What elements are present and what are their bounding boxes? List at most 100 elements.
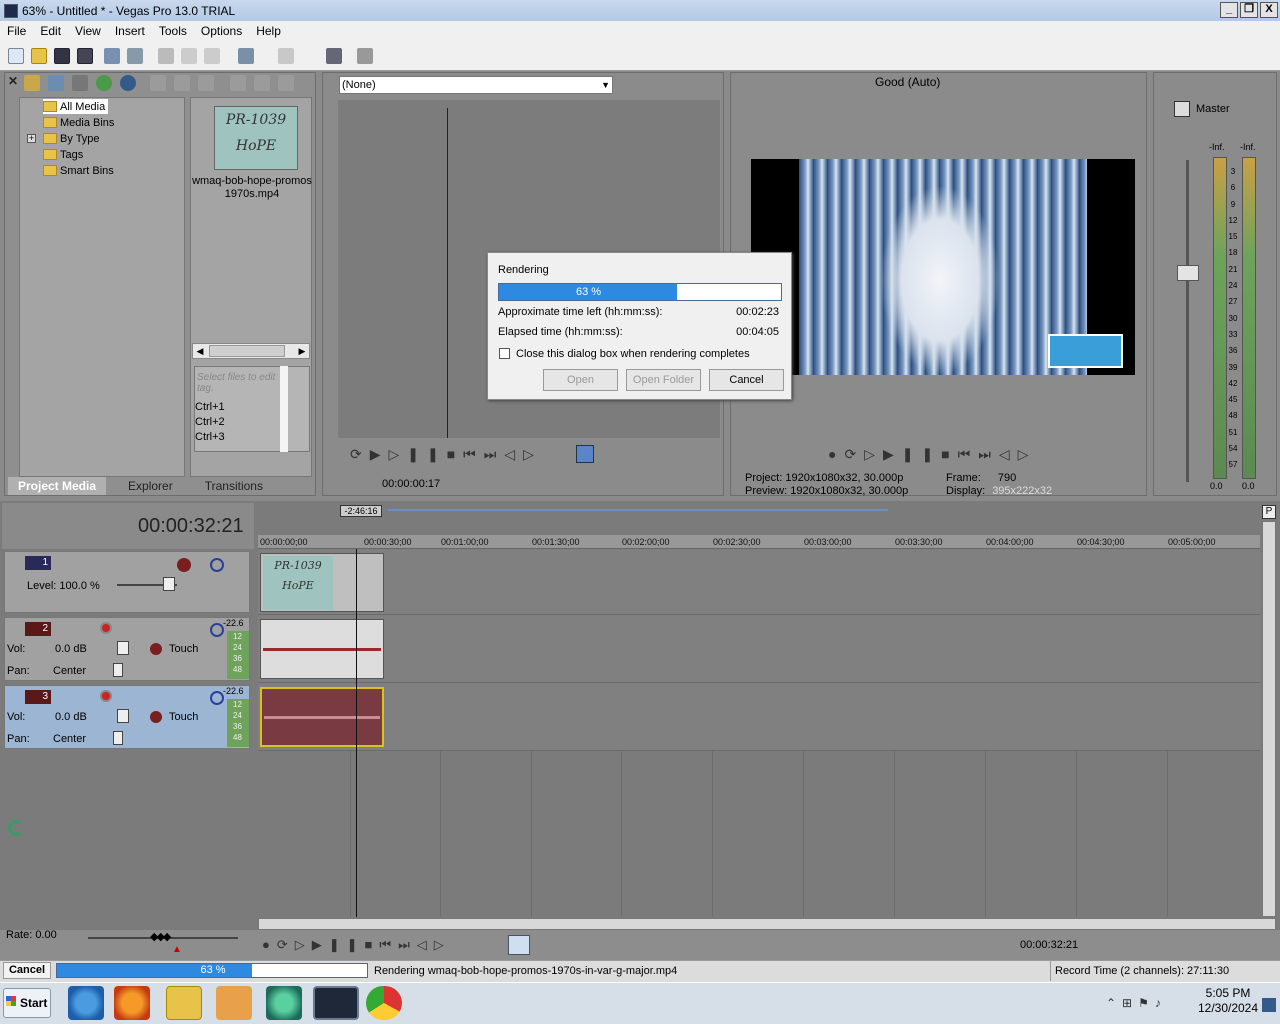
media-thumbnail[interactable]: PR-1039 HoPE	[214, 106, 298, 170]
cut-icon[interactable]	[158, 48, 174, 64]
tab-transitions[interactable]: Transitions	[195, 479, 273, 493]
vegas-taskbar-icon[interactable]	[313, 986, 359, 1020]
refresh-icon[interactable]	[96, 75, 112, 91]
edit-tool-icon[interactable]	[326, 48, 342, 64]
render-as-icon[interactable]	[104, 48, 120, 64]
menu-edit[interactable]: Edit	[33, 24, 68, 38]
fx-icon[interactable]	[198, 75, 214, 91]
tab-explorer[interactable]: Explorer	[118, 479, 183, 493]
open-icon[interactable]	[31, 48, 47, 64]
firefox-icon[interactable]	[114, 986, 150, 1020]
stop-media-icon[interactable]	[254, 75, 270, 91]
track-header-1[interactable]: 1 Level: 100.0 %	[4, 551, 250, 613]
close-button[interactable]: X	[1260, 2, 1278, 18]
tree-item-all-media[interactable]: All Media	[43, 99, 109, 114]
trimmer-select[interactable]: (None) ▼	[339, 76, 613, 94]
redo-icon[interactable]	[278, 48, 294, 64]
restore-button[interactable]: ❐	[1240, 2, 1258, 18]
save-icon[interactable]	[54, 48, 70, 64]
timeline-vscrollbar[interactable]	[1262, 521, 1276, 917]
record-arm-icon[interactable]	[100, 622, 112, 634]
normal-edit-tool-icon[interactable]	[508, 935, 530, 955]
expand-icon[interactable]: +	[27, 134, 36, 143]
track-lane-2[interactable]	[258, 615, 1260, 683]
chrome-icon[interactable]	[366, 986, 402, 1020]
automation-gear-icon[interactable]	[150, 711, 162, 723]
system-tray[interactable]: ⌃⊞⚑♪	[1106, 996, 1196, 1012]
track-lane-3[interactable]	[258, 683, 1260, 751]
remove-icon[interactable]	[150, 75, 166, 91]
scroll-left-icon[interactable]: ◀	[193, 344, 207, 358]
main-transport[interactable]: ●⟳▷▶❚❚■⏮⏭◁▷	[262, 937, 502, 953]
automation-gear-icon[interactable]	[150, 643, 162, 655]
auto-preview-icon[interactable]	[278, 75, 294, 91]
properties-icon[interactable]	[127, 48, 143, 64]
search-icon[interactable]	[120, 75, 136, 91]
show-desktop-icon[interactable]	[1262, 998, 1276, 1012]
media-player-icon[interactable]	[216, 986, 252, 1020]
track-header-2[interactable]: 2 Vol: 0.0 dB Pan: Center Touch -22.6 12…	[4, 617, 250, 681]
close-on-complete-checkbox[interactable]	[499, 348, 510, 359]
tree-item-by-type[interactable]: By Type	[43, 131, 100, 146]
track-header-3-selected[interactable]: 3 Vol: 0.0 dB Pan: Center Touch -22.6 12…	[4, 685, 250, 749]
master-fader[interactable]	[1177, 265, 1199, 281]
menu-file[interactable]: File	[0, 24, 33, 38]
explorer-icon[interactable]	[166, 986, 202, 1020]
rate-slider[interactable]: ◆◆◆	[150, 930, 174, 944]
timeline-marker[interactable]: -2:46:16	[340, 505, 382, 517]
pan-slider[interactable]	[113, 731, 123, 745]
preview-transport[interactable]: ●⟳▷▶❚❚■⏮⏭◁▷	[828, 446, 1108, 462]
mute-icon[interactable]	[210, 691, 224, 705]
clock[interactable]: 5:05 PM 12/30/2024	[1196, 986, 1260, 1016]
minimize-button[interactable]: _	[1220, 2, 1238, 18]
trimmer-loop-icon[interactable]	[576, 445, 594, 463]
tag-placeholder[interactable]: Select files to edit tag.	[197, 372, 287, 394]
status-cancel-button[interactable]: Cancel	[3, 962, 51, 979]
track-fx-icon[interactable]	[177, 558, 191, 572]
new-icon[interactable]	[8, 48, 24, 64]
mute-icon[interactable]	[210, 558, 224, 572]
app-icon[interactable]	[266, 986, 302, 1020]
capture-icon[interactable]	[48, 75, 64, 91]
audio-clip-2[interactable]	[260, 619, 384, 679]
import-media-icon[interactable]	[24, 75, 40, 91]
vol-slider[interactable]	[117, 709, 129, 723]
audio-clip-3-selected[interactable]	[260, 687, 384, 747]
scroll-thumb[interactable]	[209, 345, 285, 357]
menu-tools[interactable]: Tools	[152, 24, 194, 38]
timeline-ruler[interactable]: 00:00:00;00 00:00:30;00 00:01:00;00 00:0…	[258, 535, 1260, 549]
media-hscrollbar[interactable]: ◀ ▶	[192, 343, 310, 359]
tag-shortcut[interactable]: Ctrl+3	[195, 430, 225, 445]
master-expand-icon[interactable]	[1174, 101, 1190, 117]
copy-icon[interactable]	[181, 48, 197, 64]
tag-shortcut[interactable]: Ctrl+1	[195, 400, 225, 415]
ie-icon[interactable]	[68, 986, 104, 1020]
scroll-right-icon[interactable]: ▶	[295, 344, 309, 358]
get-media-icon[interactable]	[72, 75, 88, 91]
menu-help[interactable]: Help	[249, 24, 288, 38]
pan-slider[interactable]	[113, 663, 123, 677]
tree-item-media-bins[interactable]: Media Bins	[43, 115, 114, 130]
track-lane-1[interactable]	[258, 549, 1260, 615]
tag-shortcut[interactable]: Ctrl+2	[195, 415, 225, 430]
menu-view[interactable]: View	[68, 24, 108, 38]
save-as-icon[interactable]	[77, 48, 93, 64]
menu-options[interactable]: Options	[194, 24, 249, 38]
tree-item-smart-bins[interactable]: Smart Bins	[43, 163, 114, 178]
record-arm-icon[interactable]	[100, 690, 112, 702]
tree-item-tags[interactable]: Tags	[43, 147, 83, 162]
level-slider[interactable]	[163, 577, 175, 591]
panel-close-icon[interactable]: ✕	[8, 74, 18, 92]
video-clip[interactable]: PR-1039 HoPE	[260, 553, 384, 612]
dialog-cancel-button[interactable]: Cancel	[709, 369, 784, 391]
timeline-options-icon[interactable]: P	[1262, 505, 1276, 519]
vol-slider[interactable]	[117, 641, 129, 655]
envelope-tool-icon[interactable]	[357, 48, 373, 64]
preview-quality[interactable]: Good (Auto)	[875, 75, 940, 89]
paste-icon[interactable]	[204, 48, 220, 64]
undo-icon[interactable]	[238, 48, 254, 64]
play-media-icon[interactable]	[230, 75, 246, 91]
trimmer-transport[interactable]: ⟳▶▷❚❚■⏮⏭◁▷	[350, 446, 710, 462]
open-folder-button[interactable]: Open Folder	[626, 369, 701, 391]
tag-scrollbar[interactable]	[280, 366, 288, 452]
